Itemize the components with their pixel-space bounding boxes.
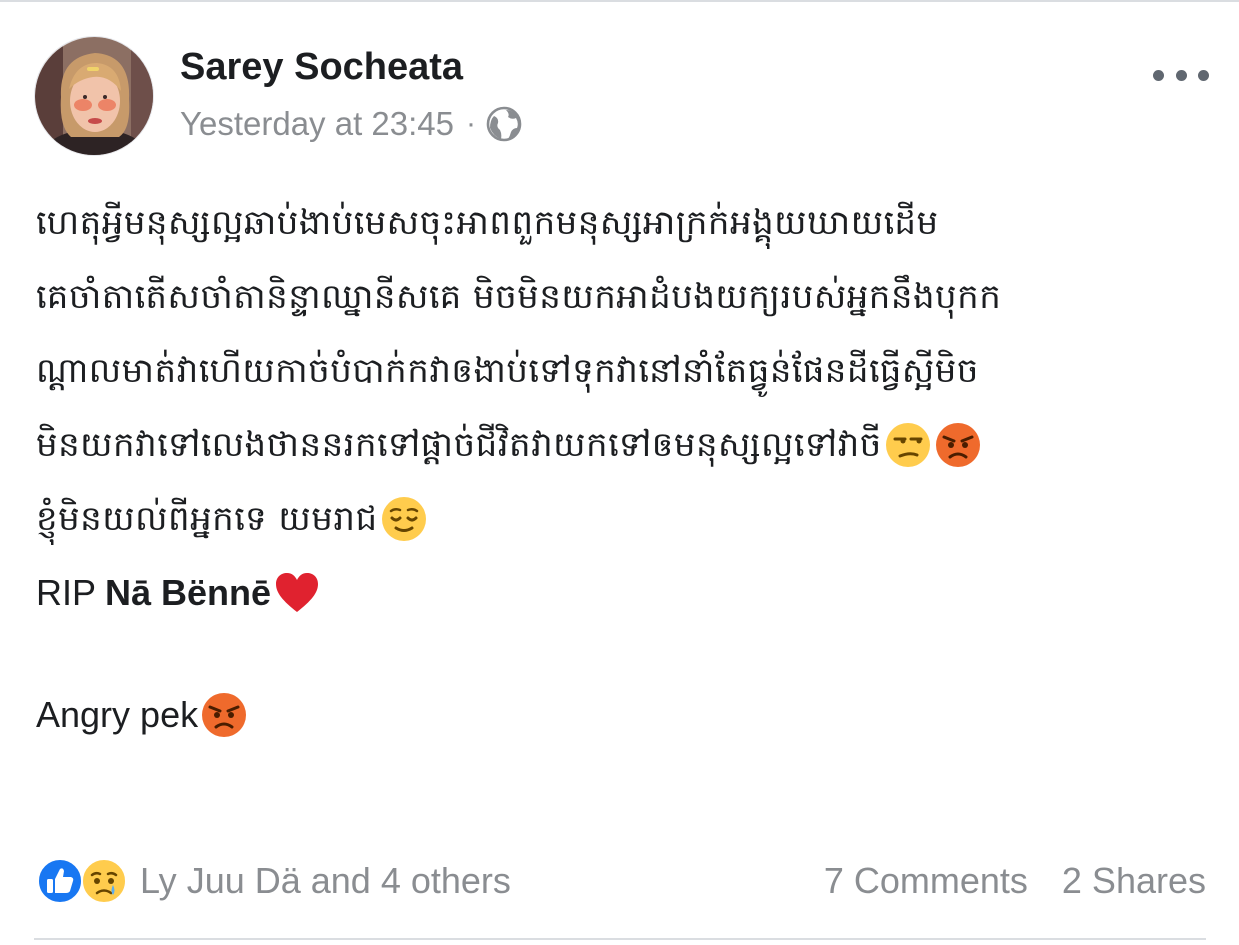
more-dots-icon (1153, 69, 1164, 81)
shares-count-link[interactable]: 2 Shares (1062, 860, 1206, 902)
post-line-text: មិនយកវាទៅលេងថាននរកទៅផ្ដាច់ជីវិតវាយកទៅឲមន… (36, 425, 882, 465)
post-line-text: ណ្ដាលមាត់វាហេីយកាច់បំបាក់កវាឲងាប់ទៅទុកវា… (36, 351, 979, 391)
post-line-text: ខ្ញុំមិនយល់ពីអ្នកទេ យមរាជ (36, 499, 378, 539)
bottom-divider (34, 938, 1206, 940)
red-heart-emoji-icon (276, 573, 319, 612)
post-line: ខ្ញុំមិនយល់ពីអ្នកទេ យមរាជ (36, 482, 1211, 556)
post-line: Angry pek (36, 678, 1211, 752)
post-line: ណ្ដាលមាត់វាហេីយកាច់បំបាក់កវាឲងាប់ទៅទុកវា… (36, 334, 1211, 408)
post-line: RIP Nā Bënnē (36, 556, 1211, 630)
more-options-button[interactable] (1153, 60, 1209, 90)
meta-separator: · (466, 107, 476, 140)
reactors-text[interactable]: Ly Juu Dä and 4 others (140, 860, 511, 902)
sad-icon (81, 858, 127, 904)
comments-count-link[interactable]: 7 Comments (824, 860, 1028, 902)
angry-emoji-icon (935, 423, 980, 467)
like-icon (37, 858, 83, 904)
post-line: គេចាំតាតេីសចាំតានិន្ទាឈ្នានីសគេ មិចមិនយក… (36, 260, 1211, 334)
tagged-name-link[interactable]: Nā Bënnē (105, 563, 271, 623)
post-line-text: ហេតុអ្វីមនុស្សល្អឆាប់ងាប់មេសចុះអាពពួកមនុ… (36, 203, 939, 243)
rip-prefix: RIP (36, 572, 97, 613)
post-line-text: គេចាំតាតេីសចាំតានិន្ទាឈ្នានីសគេ មិចមិនយក… (36, 277, 1002, 317)
post-meta: Yesterday at 23:45 · (180, 102, 522, 146)
post-line: មិនយកវាទៅលេងថាននរកទៅផ្ដាច់ជីវិតវាយកទៅឲមន… (36, 408, 1211, 482)
reactions-summary[interactable]: Ly Juu Dä and 4 others (36, 857, 511, 905)
globe-icon[interactable] (486, 106, 522, 142)
relieved-emoji-icon (381, 497, 426, 541)
avatar-photo (35, 37, 153, 155)
post-body: ហេតុអ្វីមនុស្សល្អឆាប់ងាប់មេសចុះអាពពួកមនុ… (36, 186, 1211, 752)
author-name[interactable]: Sarey Socheata (180, 46, 463, 89)
post-header: Sarey Socheata Yesterday at 23:45 · (34, 36, 1209, 160)
post-timestamp[interactable]: Yesterday at 23:45 (180, 105, 454, 143)
closing-text: Angry pek (36, 694, 199, 735)
post-footer: Ly Juu Dä and 4 others 7 Comments 2 Shar… (36, 850, 1206, 912)
post-card: Sarey Socheata Yesterday at 23:45 · ហេតុ… (0, 0, 1239, 945)
engagement-counts: 7 Comments 2 Shares (824, 860, 1206, 902)
angry-emoji-icon (202, 693, 247, 737)
post-line: ហេតុអ្វីមនុស្សល្អឆាប់ងាប់មេសចុះអាពពួកមនុ… (36, 186, 1211, 260)
avatar[interactable] (34, 36, 154, 156)
unamused-emoji-icon (885, 423, 930, 467)
